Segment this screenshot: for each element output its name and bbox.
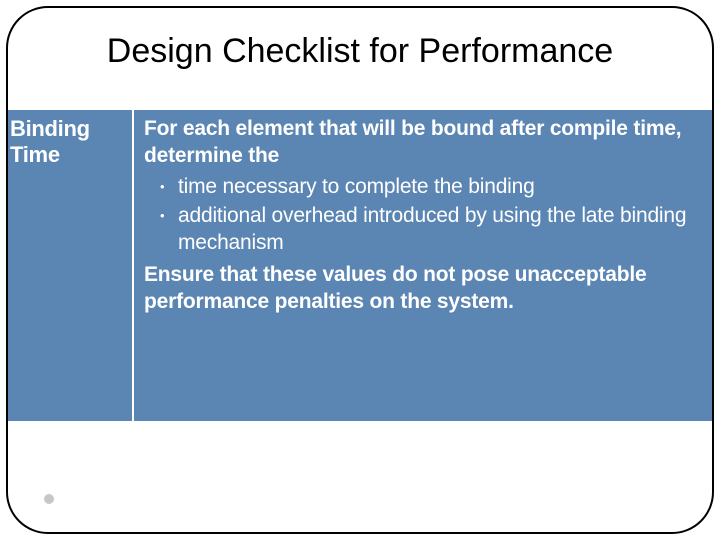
- row-bullet-list: time necessary to complete the binding a…: [144, 174, 702, 257]
- slide-title: Design Checklist for Performance: [8, 32, 712, 71]
- row-conclusion: Ensure that these values do not pose una…: [144, 262, 702, 316]
- row-label: Binding Time: [10, 116, 124, 168]
- table-row: Binding Time For each element that will …: [6, 108, 714, 423]
- decorative-dot: [44, 494, 54, 504]
- row-label-cell: Binding Time: [6, 110, 134, 421]
- row-content-cell: For each element that will be bound afte…: [134, 110, 714, 421]
- list-item: additional overhead introduced by using …: [144, 203, 702, 257]
- list-item: time necessary to complete the binding: [144, 174, 702, 201]
- slide-frame: Design Checklist for Performance Binding…: [6, 6, 714, 534]
- checklist-table: Binding Time For each element that will …: [6, 108, 714, 423]
- row-intro: For each element that will be bound afte…: [144, 116, 702, 170]
